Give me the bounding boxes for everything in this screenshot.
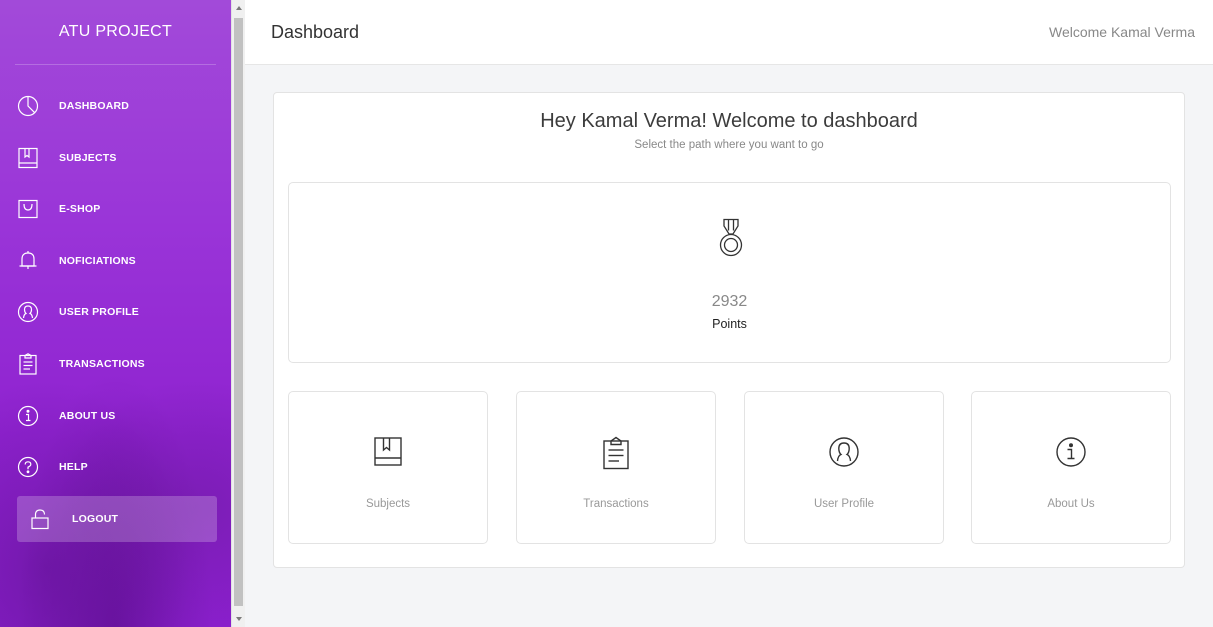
points-panel: 2932 Points xyxy=(288,182,1171,363)
sidebar-item-help[interactable]: HELP xyxy=(17,444,217,490)
sidebar-item-transactions[interactable]: TRANSACTIONS xyxy=(17,341,217,387)
info-icon xyxy=(17,405,39,427)
sidebar-item-user-profile[interactable]: USER PROFILE xyxy=(17,289,217,335)
scroll-up-icon[interactable] xyxy=(236,6,242,10)
sidebar-item-label: NOFICIATIONS xyxy=(59,254,136,267)
book-icon xyxy=(374,437,402,466)
clipboard-icon xyxy=(603,436,629,470)
bell-icon xyxy=(17,250,39,272)
lock-icon xyxy=(29,508,51,530)
sidebar-scrollbar[interactable] xyxy=(231,0,245,627)
tile-label: Transactions xyxy=(583,498,649,510)
welcome-text: Welcome Kamal Verma xyxy=(1048,24,1195,40)
clipboard-icon xyxy=(17,353,39,375)
user-icon xyxy=(829,437,859,467)
sidebar-item-label: DASHBOARD xyxy=(59,100,130,112)
user-icon xyxy=(17,301,39,323)
sidebar-item-subjects[interactable]: SUBJECTS xyxy=(17,135,217,181)
sidebar-item-label: SUBJECTS xyxy=(59,151,117,164)
points-value: 2932 xyxy=(711,293,748,310)
sidebar: ATU PROJECT DASHBOARD SUBJECTS E-SHOP NO… xyxy=(0,0,231,627)
sidebar-item-label: TRANSACTIONS xyxy=(59,357,145,370)
tile-label: About Us xyxy=(1047,498,1095,510)
info-icon xyxy=(1056,437,1086,467)
sidebar-item-notifications[interactable]: NOFICIATIONS xyxy=(17,238,217,284)
shopping-bag-icon xyxy=(17,198,39,220)
sidebar-item-logout[interactable]: LOGOUT xyxy=(17,495,217,542)
tile-label: User Profile xyxy=(813,498,875,510)
sidebar-item-about-us[interactable]: ABOUT US xyxy=(17,393,217,439)
sidebar-item-label: ABOUT US xyxy=(59,409,116,422)
question-icon xyxy=(17,456,39,478)
sidebar-item-label: HELP xyxy=(59,461,88,474)
tile-subjects[interactable]: Subjects xyxy=(288,391,488,544)
sidebar-nav: DASHBOARD SUBJECTS E-SHOP NOFICIATIONS U… xyxy=(0,83,231,542)
medal-icon xyxy=(719,218,743,257)
book-icon xyxy=(17,147,39,169)
tile-label: Subjects xyxy=(365,498,411,510)
tile-transactions[interactable]: Transactions xyxy=(516,391,716,544)
sidebar-item-label: E-SHOP xyxy=(59,203,101,216)
dashboard-subheading: Select the path where you want to go xyxy=(634,139,824,151)
tile-about-us[interactable]: About Us xyxy=(971,391,1171,544)
scrollbar-thumb[interactable] xyxy=(234,18,243,606)
sidebar-item-dashboard[interactable]: DASHBOARD xyxy=(17,83,217,129)
tile-user-profile[interactable]: User Profile xyxy=(744,391,944,544)
sidebar-item-label: LOGOUT xyxy=(72,512,119,525)
scroll-down-icon[interactable] xyxy=(236,617,242,621)
page-title: Dashboard xyxy=(271,21,360,42)
sidebar-item-e-shop[interactable]: E-SHOP xyxy=(17,186,217,232)
dashboard-heading: Hey Kamal Verma! Welcome to dashboard xyxy=(540,110,918,132)
dashboard-card: Hey Kamal Verma! Welcome to dashboard Se… xyxy=(273,92,1185,568)
points-label: Points xyxy=(712,317,747,331)
top-bar: Dashboard Welcome Kamal Verma xyxy=(245,0,1213,65)
pie-chart-icon xyxy=(17,95,39,117)
brand-title: ATU PROJECT xyxy=(15,0,216,65)
sidebar-item-label: USER PROFILE xyxy=(59,306,139,319)
